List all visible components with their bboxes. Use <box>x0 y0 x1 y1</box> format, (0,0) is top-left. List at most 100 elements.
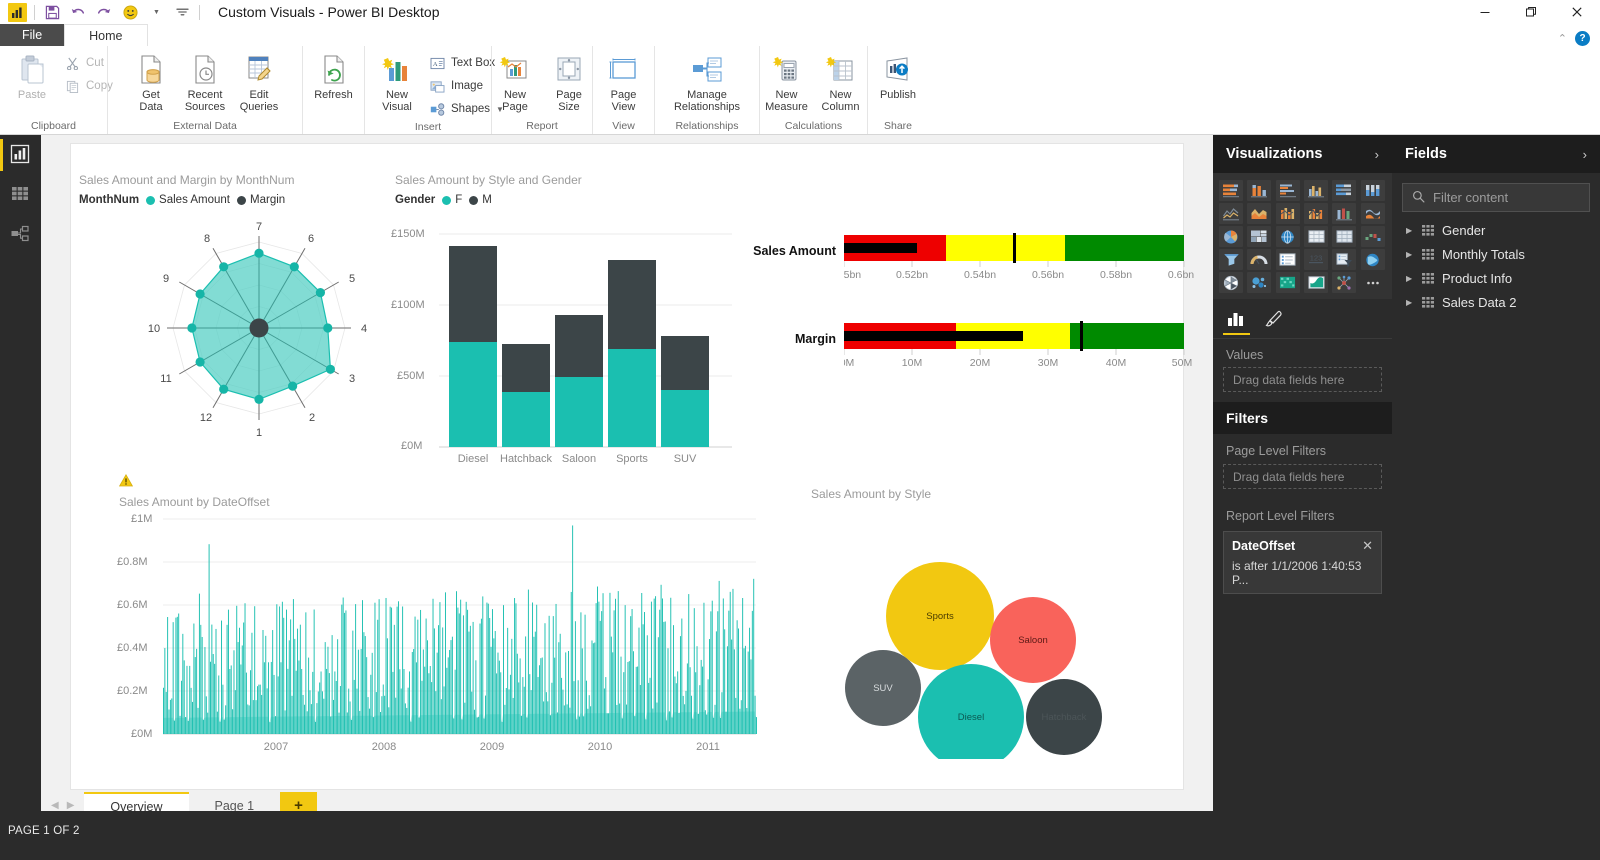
close-button[interactable] <box>1554 0 1600 24</box>
viz-icon-line-and-clustered-column-chart[interactable] <box>1332 203 1357 224</box>
chevron-right-icon[interactable]: ▶ <box>1406 274 1413 283</box>
visual-radar-chart[interactable]: Sales Amount and Margin by MonthNum Mont… <box>71 144 411 454</box>
viz-icon-pie-chart[interactable] <box>1219 226 1243 247</box>
chevron-right-icon[interactable]: › <box>1375 147 1379 162</box>
viz-icon-clustered-bar-chart[interactable] <box>1275 180 1300 201</box>
page-level-filters-dropzone[interactable]: Drag data fields here <box>1223 464 1382 489</box>
sidebar-item-report-view[interactable] <box>0 135 41 175</box>
smiley-dropdown-icon[interactable]: ▼ <box>143 1 169 23</box>
viz-icon-line-and-stacked-column-chart[interactable] <box>1304 203 1328 224</box>
svg-text:0.56bn: 0.56bn <box>1032 269 1064 281</box>
fields-search-box[interactable]: Filter content <box>1402 183 1590 212</box>
viz-icon-100-stacked-column-chart[interactable] <box>1360 180 1385 201</box>
viz-icon-treemap[interactable] <box>1247 226 1272 247</box>
tab-home[interactable]: Home <box>64 24 148 46</box>
publish-button[interactable]: Publish <box>872 51 924 103</box>
page-view-button[interactable]: Page View <box>598 51 650 115</box>
tab-format-pane[interactable] <box>1264 299 1284 339</box>
maximize-button[interactable] <box>1508 0 1554 24</box>
viz-icon-100-stacked-bar-chart[interactable] <box>1332 180 1357 201</box>
customize-qat-icon[interactable] <box>169 1 195 23</box>
new-column-button[interactable]: New Column <box>815 51 867 115</box>
page-next-button[interactable]: ▶ <box>67 800 75 811</box>
field-item-sales-data-2[interactable]: ▶ Sales Data 2 <box>1392 290 1600 314</box>
new-page-button[interactable]: New Page <box>489 51 541 115</box>
save-icon[interactable] <box>39 1 65 23</box>
viz-icon-radar-chart[interactable] <box>1219 272 1243 293</box>
refresh-icon <box>319 53 349 87</box>
viz-icon-filled-map[interactable] <box>1360 249 1385 270</box>
viz-icon-waterfall-chart[interactable] <box>1360 226 1385 247</box>
new-visual-button[interactable]: New Visual <box>371 51 423 115</box>
viz-icon-area-chart[interactable] <box>1247 203 1272 224</box>
bullet-margin-svg[interactable]: 0M 10M 20M 30M 40M 50M <box>844 319 1204 374</box>
viz-icon-funnel-chart[interactable] <box>1219 249 1243 270</box>
bullet-sales-amount-svg[interactable]: 0.5bn 0.52bn 0.54bn 0.56bn 0.58bn 0.6bn <box>844 231 1204 286</box>
bubble-chart-svg[interactable]: Sports Saloon SUV Diesel Hatchback <box>771 489 1171 759</box>
viz-icon-line-chart[interactable] <box>1219 203 1243 224</box>
paste-button[interactable]: Paste <box>6 51 58 103</box>
values-dropzone[interactable]: Drag data fields here <box>1223 367 1382 392</box>
viz-icon-network-chart[interactable] <box>1332 272 1357 293</box>
new-measure-icon <box>772 53 802 87</box>
chevron-right-icon[interactable]: ▶ <box>1406 226 1413 235</box>
legend-item-margin[interactable]: Margin <box>237 194 285 206</box>
visual-stacked-column-chart[interactable]: Sales Amount by Style and Gender Gender … <box>389 144 734 469</box>
report-canvas[interactable]: Sales Amount and Margin by MonthNum Mont… <box>71 144 1194 789</box>
viz-icon-multi-row-card[interactable] <box>1275 249 1300 270</box>
visual-sales-by-dateoffset[interactable]: Sales Amount by DateOffset £1M £0.8M £0.… <box>111 469 771 759</box>
redo-icon[interactable] <box>91 1 117 23</box>
ribbon-group-calculations: New Measure New Column Calculations <box>759 46 867 134</box>
column-bars[interactable] <box>449 246 709 447</box>
recent-sources-button[interactable]: Recent Sources <box>179 51 231 115</box>
page-size-label: Page Size <box>556 89 582 113</box>
chevron-right-icon[interactable]: ▶ <box>1406 250 1413 259</box>
chevron-right-icon[interactable]: › <box>1583 147 1587 162</box>
legend-item-sales-amount[interactable]: Sales Amount <box>146 194 230 206</box>
viz-icon-matrix[interactable] <box>1304 226 1328 247</box>
page-prev-button[interactable]: ◀ <box>51 800 59 811</box>
undo-icon[interactable] <box>65 1 91 23</box>
close-icon[interactable]: ✕ <box>1362 538 1373 554</box>
viz-icon-more-visuals[interactable] <box>1361 272 1385 293</box>
viz-icon-stacked-column-chart[interactable] <box>1247 180 1272 201</box>
refresh-button[interactable]: Refresh <box>308 51 360 103</box>
visual-bullet-charts[interactable]: Sales Amount 5bn 0.52bn 0.54bn 0.56bn 0.… <box>726 204 1194 434</box>
filter-field-name: DateOffset <box>1232 539 1296 553</box>
visual-sales-by-style-bubbles[interactable]: Sales Amount by Style Sports Saloon SUV … <box>771 469 1171 759</box>
tab-fields-pane[interactable] <box>1223 299 1250 339</box>
ribbon-right-controls: ⌃ ? <box>1558 31 1600 46</box>
visualizations-title: Visualizations <box>1226 146 1323 162</box>
new-measure-button[interactable]: New Measure <box>761 51 813 115</box>
help-icon[interactable]: ? <box>1575 31 1590 46</box>
viz-icon-table[interactable] <box>1332 226 1357 247</box>
viz-icon-card[interactable]: 123 <box>1304 249 1328 270</box>
viz-icon-area-custom[interactable] <box>1304 272 1328 293</box>
viz-icon-map[interactable] <box>1275 226 1300 247</box>
viz-icon-stacked-area-chart[interactable] <box>1275 203 1300 224</box>
field-item-monthly-totals[interactable]: ▶ Monthly Totals <box>1392 242 1600 266</box>
viz-icon-slicer[interactable] <box>1332 249 1357 270</box>
field-item-gender[interactable]: ▶ Gender <box>1392 218 1600 242</box>
image-label: Image <box>451 80 483 92</box>
sidebar-item-data-view[interactable] <box>0 175 41 215</box>
filter-card-dateoffset[interactable]: DateOffset ✕ is after 1/1/2006 1:40:53 P… <box>1223 531 1382 594</box>
viz-icon-clustered-column-chart[interactable] <box>1304 180 1328 201</box>
viz-icon-heatmap-matrix[interactable] <box>1275 272 1300 293</box>
smiley-icon[interactable] <box>117 1 143 23</box>
sidebar-item-relationships-view[interactable] <box>0 215 41 255</box>
minimize-button[interactable] <box>1462 0 1508 24</box>
field-label-product-info: Product Info <box>1442 270 1513 286</box>
viz-icon-gauge-chart[interactable] <box>1247 249 1272 270</box>
page-size-button[interactable]: Page Size <box>543 51 595 115</box>
tab-file[interactable]: File <box>0 24 65 46</box>
edit-queries-button[interactable]: Edit Queries <box>233 51 285 115</box>
manage-relationships-button[interactable]: Manage Relationships <box>670 51 744 115</box>
field-item-product-info[interactable]: ▶ Product Info <box>1392 266 1600 290</box>
chevron-right-icon[interactable]: ▶ <box>1406 298 1413 307</box>
viz-icon-ribbon-chart[interactable] <box>1360 203 1385 224</box>
collapse-ribbon-icon[interactable]: ⌃ <box>1558 32 1567 45</box>
viz-icon-bubble-chart[interactable] <box>1247 272 1272 293</box>
get-data-button[interactable]: Get Data <box>125 51 177 115</box>
viz-icon-stacked-bar-chart[interactable] <box>1219 180 1243 201</box>
